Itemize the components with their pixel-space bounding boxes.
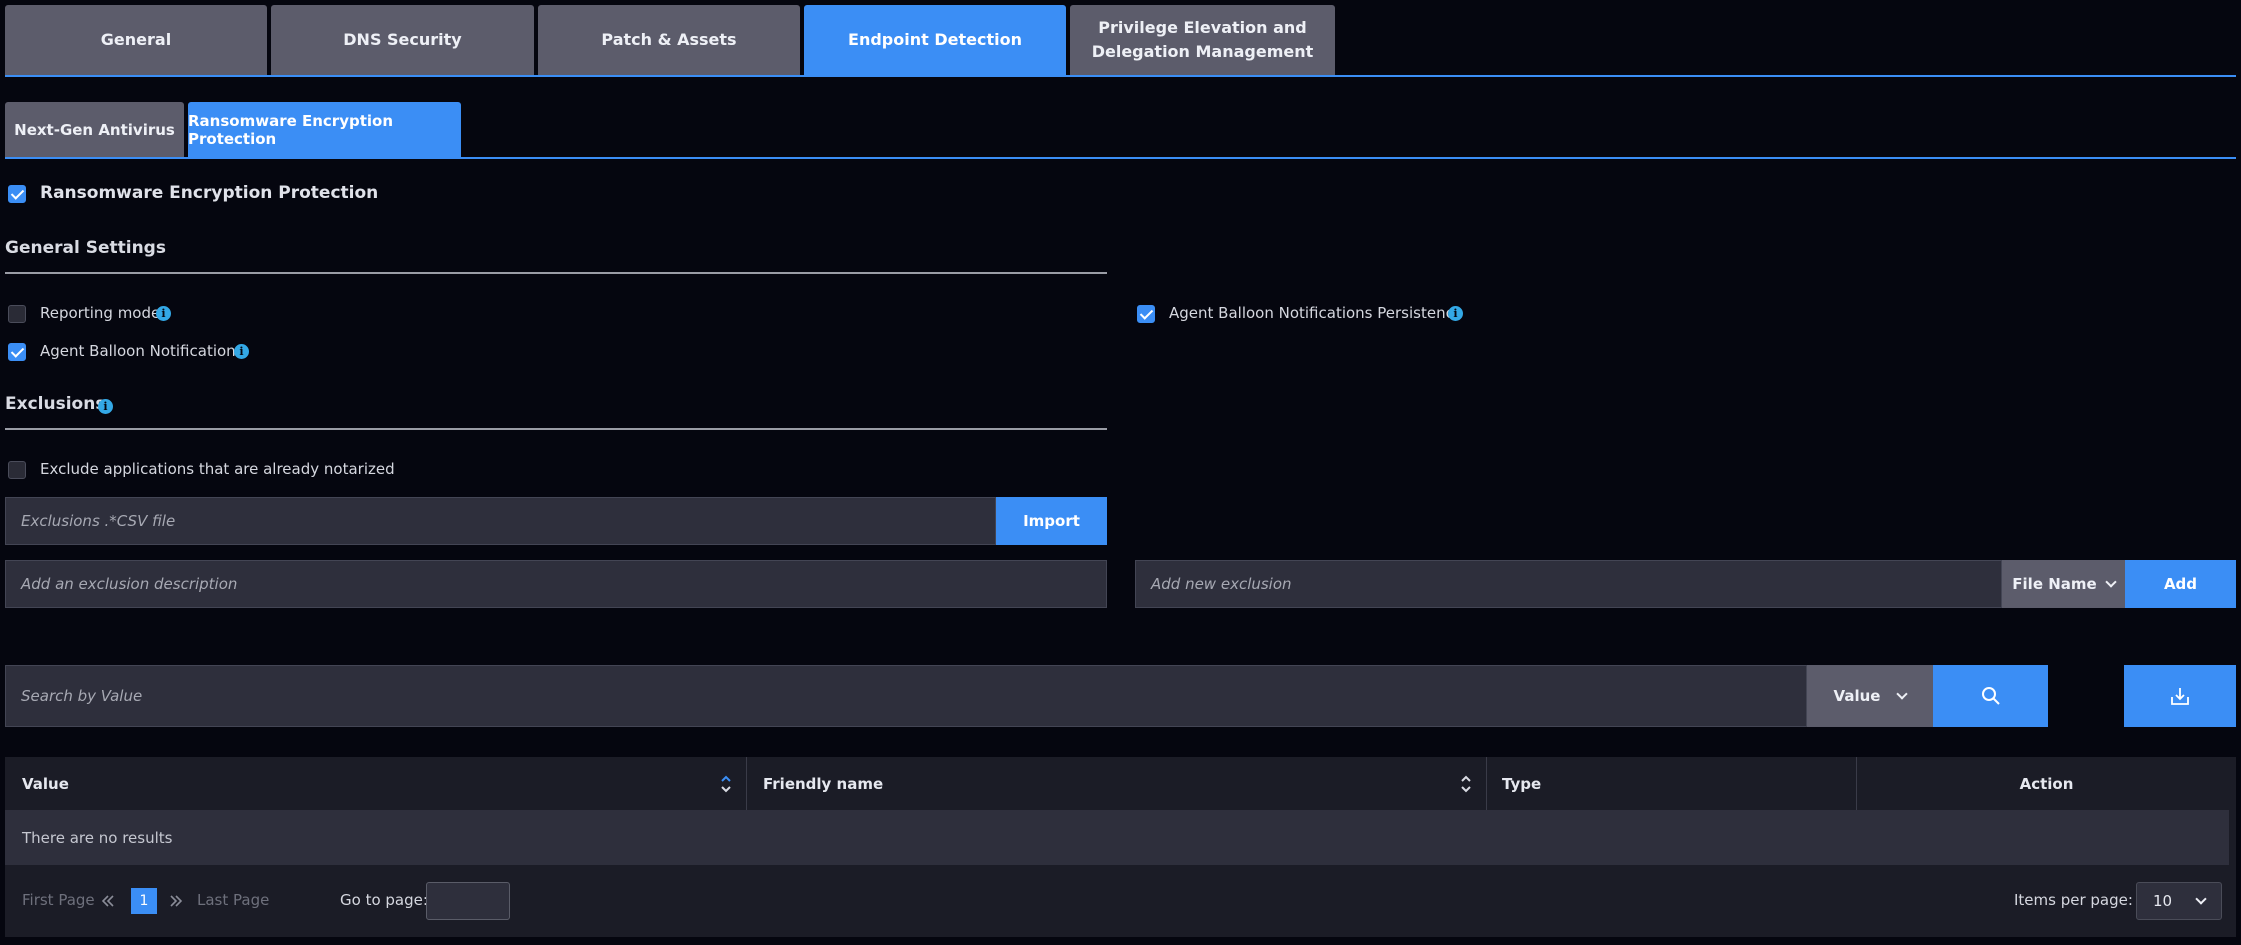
search-icon <box>1981 687 2000 705</box>
subtab-ransomware-label: Ransomware Encryption Protection <box>188 112 394 148</box>
ransomware-protection-checkbox[interactable] <box>8 185 26 203</box>
export-button[interactable] <box>2124 665 2236 727</box>
current-page-number: 1 <box>139 893 149 909</box>
column-type-label: Type <box>1502 774 1542 793</box>
sort-icon[interactable] <box>720 772 732 796</box>
tab-patch-assets-label: Patch & Assets <box>601 30 737 49</box>
general-settings-divider <box>5 272 1107 274</box>
search-field-select[interactable]: Value <box>1807 665 1933 727</box>
column-header-type: Type <box>1502 757 1541 810</box>
goto-page-input[interactable] <box>426 882 510 920</box>
table-scrollbar[interactable] <box>2229 810 2236 865</box>
reporting-mode-info-icon[interactable]: i <box>156 306 171 321</box>
agent-balloon-info-icon[interactable]: i <box>234 344 249 359</box>
goto-page-label: Go to page: <box>340 891 428 909</box>
ransomware-protection-label: Ransomware Encryption Protection <box>40 183 379 203</box>
chevron-down-icon <box>2195 893 2207 905</box>
tabs-underline <box>5 75 2236 77</box>
csv-file-placeholder: Exclusions .*CSV file <box>21 512 176 530</box>
tab-privilege-label-line1: Privilege Elevation and <box>1098 18 1307 37</box>
sort-icon[interactable] <box>1460 772 1472 796</box>
exclusions-info-icon[interactable]: i <box>98 399 113 414</box>
first-page-link[interactable]: First Page <box>22 891 95 909</box>
chevron-down-icon <box>2105 576 2117 588</box>
exclude-notarized-checkbox[interactable] <box>8 461 26 479</box>
double-chevron-right-icon[interactable] <box>169 894 183 908</box>
search-input[interactable]: Search by Value <box>5 665 1807 727</box>
tab-privilege-label-line2: Delegation Management <box>1091 42 1314 61</box>
agent-balloon-checkbox[interactable] <box>8 343 26 361</box>
agent-balloon-persistence-info-icon[interactable]: i <box>1448 306 1463 321</box>
import-button[interactable]: Import <box>996 497 1107 545</box>
column-header-value[interactable]: Value <box>22 757 69 810</box>
download-icon <box>2171 688 2189 705</box>
add-button-label: Add <box>2163 575 2198 593</box>
general-settings-title: General Settings <box>5 238 166 258</box>
exclusion-description-placeholder: Add an exclusion description <box>21 575 238 593</box>
chevron-down-icon <box>1896 688 1909 700</box>
current-page-button[interactable]: 1 <box>131 888 157 914</box>
exclusions-divider <box>5 428 1107 430</box>
column-header-action: Action <box>1857 757 2236 810</box>
last-page-link[interactable]: Last Page <box>197 891 269 909</box>
tab-patch-assets[interactable]: Patch & Assets <box>538 5 800 75</box>
csv-file-input[interactable]: Exclusions .*CSV file <box>5 497 996 545</box>
agent-balloon-persistence-checkbox[interactable] <box>1137 305 1155 323</box>
empty-results-text: There are no results <box>22 828 173 847</box>
search-field-value: Value <box>1833 687 1881 705</box>
search-placeholder: Search by Value <box>21 687 143 705</box>
new-exclusion-placeholder: Add new exclusion <box>1151 575 1292 593</box>
exclusion-type-value: File Name <box>2012 575 2097 593</box>
exclusion-description-input[interactable]: Add an exclusion description <box>5 560 1107 608</box>
column-divider <box>1486 757 1487 810</box>
exclusions-title: Exclusions <box>5 394 106 414</box>
tab-endpoint-detection-label: Endpoint Detection <box>848 30 1022 49</box>
agent-balloon-label: Agent Balloon Notifications <box>40 342 244 360</box>
column-action-label: Action <box>2019 774 2074 793</box>
column-friendly-name-label: Friendly name <box>763 774 884 793</box>
table-header: Value Friendly name Type Action <box>5 757 2236 810</box>
exclude-notarized-label: Exclude applications that are already no… <box>40 460 395 478</box>
items-per-page-label: Items per page: <box>2014 891 2133 909</box>
column-divider <box>746 757 747 810</box>
subtabs-underline <box>5 157 2236 159</box>
agent-balloon-persistence-label: Agent Balloon Notifications Persistence <box>1169 304 1464 322</box>
column-header-friendly-name[interactable]: Friendly name <box>763 757 883 810</box>
tab-dns-security-label: DNS Security <box>343 30 462 49</box>
subtab-next-gen-antivirus[interactable]: Next-Gen Antivirus <box>5 102 184 158</box>
tab-general-label: General <box>100 30 172 49</box>
items-per-page-select[interactable]: 10 <box>2136 882 2222 920</box>
new-exclusion-input[interactable]: Add new exclusion <box>1135 560 2002 608</box>
tab-general[interactable]: General <box>5 5 267 75</box>
reporting-mode-label: Reporting mode <box>40 304 161 322</box>
column-value-label: Value <box>22 774 69 793</box>
tab-privilege-elevation[interactable]: Privilege Elevation and Delegation Manag… <box>1070 5 1335 75</box>
add-exclusion-button[interactable]: Add <box>2125 560 2236 608</box>
exclusion-type-select[interactable]: File Name <box>2002 560 2125 608</box>
search-button[interactable] <box>1933 665 2048 727</box>
double-chevron-left-icon[interactable] <box>101 894 115 908</box>
tab-dns-security[interactable]: DNS Security <box>271 5 534 75</box>
items-per-page-value: 10 <box>2153 892 2173 910</box>
import-button-label: Import <box>1023 512 1080 530</box>
tab-endpoint-detection[interactable]: Endpoint Detection <box>804 5 1066 75</box>
table-row-empty: There are no results <box>5 810 2229 865</box>
subtab-next-gen-label: Next-Gen Antivirus <box>14 121 175 139</box>
subtab-ransomware-protection[interactable]: Ransomware Encryption Protection <box>188 102 461 158</box>
reporting-mode-checkbox[interactable] <box>8 305 26 323</box>
pagination-bar: First Page 1 Last Page Go to page: Items… <box>5 865 2236 937</box>
